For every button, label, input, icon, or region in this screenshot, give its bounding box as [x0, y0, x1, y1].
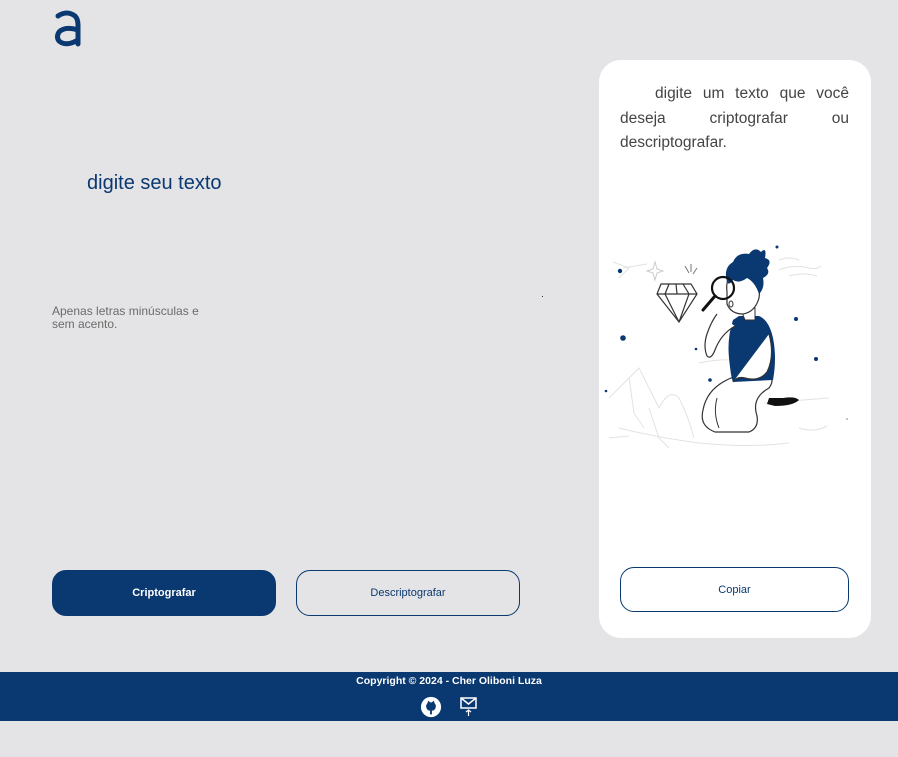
- stray-dot: [542, 296, 543, 297]
- text-input[interactable]: [52, 160, 532, 280]
- decrypt-button[interactable]: Descriptografar: [296, 570, 520, 616]
- output-message: digite um texto que você deseja criptogr…: [620, 85, 849, 151]
- github-icon: [420, 696, 441, 718]
- social-links: [0, 696, 898, 723]
- boy-with-magnifier-illustration: [604, 245, 848, 449]
- output-panel: digite um texto que você deseja criptogr…: [599, 60, 871, 638]
- input-hint: Apenas letras minúsculas e sem acento.: [52, 304, 199, 331]
- github-link[interactable]: [420, 696, 442, 723]
- encrypt-button[interactable]: Criptografar: [52, 570, 276, 616]
- email-link[interactable]: [460, 696, 478, 723]
- copy-button[interactable]: Copiar: [620, 567, 849, 612]
- footer: Copyright © 2024 - Cher Oliboni Luza: [0, 672, 898, 721]
- alura-logo-icon[interactable]: [50, 10, 84, 50]
- copyright-text: Copyright © 2024 - Cher Oliboni Luza: [356, 675, 542, 687]
- email-icon: [460, 697, 477, 716]
